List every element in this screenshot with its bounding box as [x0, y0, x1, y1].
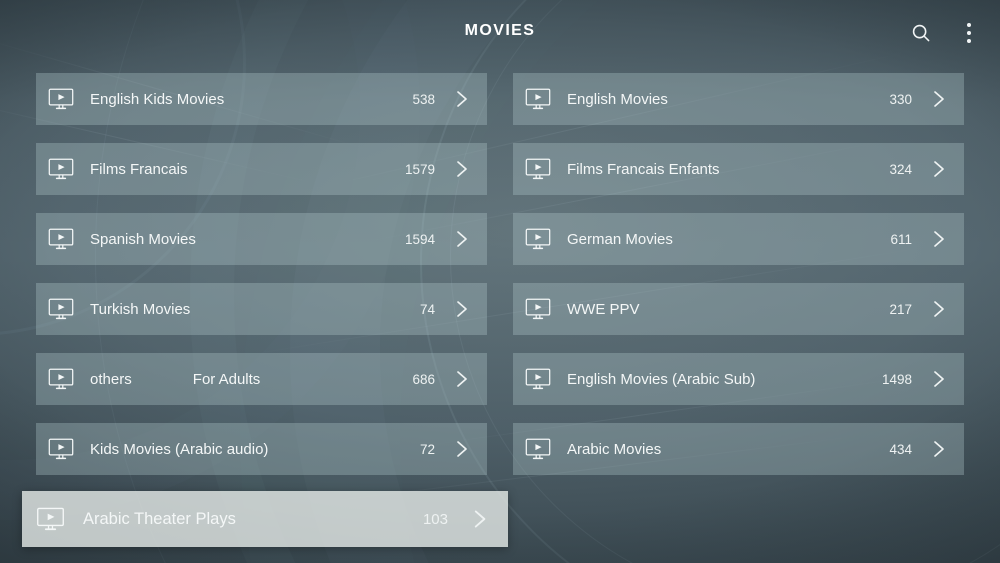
tv-play-icon — [525, 368, 551, 390]
category-label: English Kids Movies — [90, 90, 225, 108]
category-count: 72 — [419, 441, 435, 457]
category-label: Kids Movies (Arabic audio) — [90, 440, 269, 458]
category-row[interactable]: Kids Movies (Arabic audio) 72 — [36, 423, 487, 475]
overflow-menu-button[interactable] — [952, 16, 986, 50]
chevron-right-icon — [926, 437, 950, 461]
category-count: 217 — [889, 301, 912, 317]
chevron-right-icon — [926, 227, 950, 251]
category-count: 1594 — [404, 231, 435, 247]
category-label: English Movies (Arabic Sub) — [567, 370, 756, 388]
category-count: 330 — [889, 91, 912, 107]
category-label: Spanish Movies — [90, 230, 196, 248]
category-label: Arabic Theater Plays — [83, 509, 236, 528]
category-count: 1579 — [404, 161, 435, 177]
tv-play-icon — [48, 298, 74, 320]
category-row[interactable]: Films Francais Enfants 324 — [513, 143, 964, 195]
top-app-bar: MOVIES — [0, 0, 1000, 62]
category-row[interactable]: Films Francais 1579 — [36, 143, 487, 195]
movies-screen: MOVIES English Kids Movies 538 Films Franc… — [0, 0, 1000, 563]
chevron-right-icon — [926, 87, 950, 111]
category-row[interactable]: English Movies 330 — [513, 73, 964, 125]
category-count: 324 — [889, 161, 912, 177]
category-count: 434 — [889, 441, 912, 457]
tv-play-icon — [48, 368, 74, 390]
category-label: Films Francais — [90, 160, 188, 178]
category-row[interactable]: WWE PPV 217 — [513, 283, 964, 335]
tv-play-icon — [48, 438, 74, 460]
tv-play-icon — [525, 438, 551, 460]
category-count: 686 — [412, 371, 435, 387]
category-label: WWE PPV — [567, 300, 640, 318]
category-count: 538 — [412, 91, 435, 107]
category-label: German Movies — [567, 230, 673, 248]
chevron-right-icon — [466, 506, 492, 532]
search-button[interactable] — [904, 16, 938, 50]
category-grid: English Kids Movies 538 Films Francais 1579… — [0, 0, 1000, 563]
tv-play-icon — [525, 158, 551, 180]
tv-play-icon — [48, 158, 74, 180]
category-label: English Movies — [567, 90, 668, 108]
chevron-right-icon — [926, 297, 950, 321]
category-label: Arabic Movies — [567, 440, 662, 458]
category-row[interactable]: Arabic Movies 434 — [513, 423, 964, 475]
tv-play-icon — [48, 228, 74, 250]
category-row[interactable]: Spanish Movies 1594 — [36, 213, 487, 265]
category-count: 1498 — [881, 371, 912, 387]
chevron-right-icon — [449, 367, 473, 391]
tv-play-icon — [36, 507, 65, 531]
category-count: 103 — [422, 510, 448, 528]
search-icon — [910, 22, 932, 44]
tv-play-icon — [48, 88, 74, 110]
top-bar-actions — [904, 16, 986, 50]
more-vert-icon — [967, 23, 971, 27]
category-label: Films Francais Enfants — [567, 160, 720, 178]
chevron-right-icon — [449, 297, 473, 321]
tv-play-icon — [525, 298, 551, 320]
chevron-right-icon — [449, 87, 473, 111]
category-row[interactable]: Turkish Movies 74 — [36, 283, 487, 335]
category-row[interactable]: others For Adults 686 — [36, 353, 487, 405]
category-sublabel: For Adults — [192, 370, 261, 388]
category-row[interactable]: German Movies 611 — [513, 213, 964, 265]
category-count: 611 — [890, 231, 912, 247]
tv-play-icon — [525, 88, 551, 110]
tv-play-icon — [525, 228, 551, 250]
chevron-right-icon — [926, 367, 950, 391]
category-count: 74 — [419, 301, 435, 317]
chevron-right-icon — [449, 157, 473, 181]
chevron-right-icon — [926, 157, 950, 181]
category-row[interactable]: English Kids Movies 538 — [36, 73, 487, 125]
more-vert-icon — [967, 31, 971, 35]
more-vert-icon — [967, 39, 971, 43]
category-label: others — [90, 370, 132, 388]
chevron-right-icon — [449, 437, 473, 461]
page-title: MOVIES — [464, 22, 536, 39]
chevron-right-icon — [449, 227, 473, 251]
category-row[interactable]: English Movies (Arabic Sub) 1498 — [513, 353, 964, 405]
category-label: Turkish Movies — [90, 300, 191, 318]
category-row-focused[interactable]: Arabic Theater Plays 103 — [22, 491, 508, 547]
